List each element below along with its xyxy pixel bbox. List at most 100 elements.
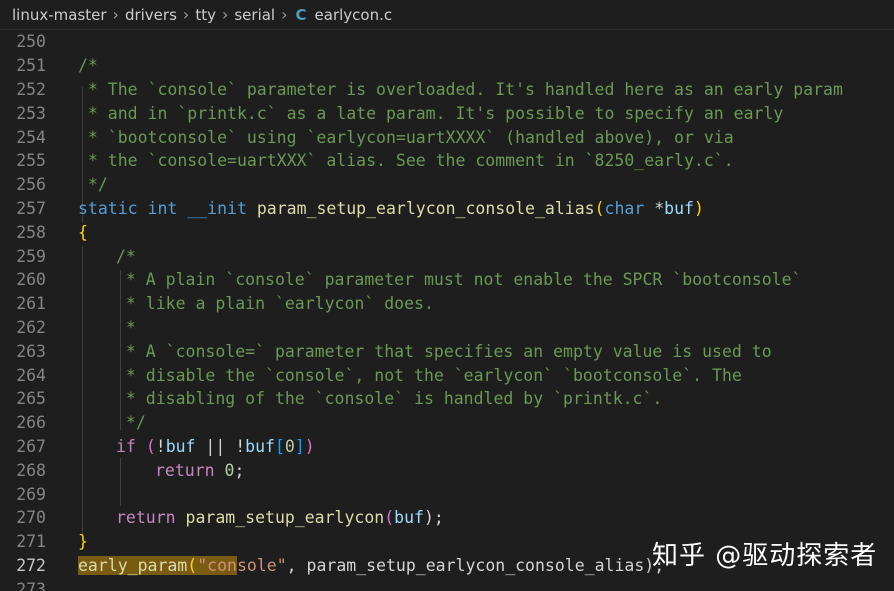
code-text: return param_setup_earlycon(buf); (116, 508, 444, 527)
code-text: static int __init param_setup_earlycon_c… (78, 199, 704, 218)
breadcrumb-item-linux-master[interactable]: linux-master (12, 6, 107, 24)
bracket-token: { (78, 222, 88, 242)
code-line[interactable]: 264 * disable the `console`, not the `ea… (0, 363, 894, 387)
comment-text: * `bootconsole` using `earlycon=uartXXXX… (78, 127, 734, 147)
line-number: 251 (16, 56, 46, 76)
line-number: 266 (16, 413, 46, 433)
keyword-token: return (155, 460, 215, 480)
comment-text: /* (116, 246, 136, 266)
code-line[interactable]: 250 (0, 30, 894, 54)
line-number: 265 (16, 389, 46, 409)
variable-token: buf (245, 436, 275, 456)
code-line[interactable]: 267 if (!buf || !buf[0]) (0, 435, 894, 459)
code-text: return 0; (155, 461, 244, 480)
code-line[interactable]: 251 /* (0, 54, 894, 78)
breadcrumb-item-drivers[interactable]: drivers (125, 6, 177, 24)
code-line[interactable]: 266 */ (0, 411, 894, 435)
breadcrumb: linux-master › drivers › tty › serial › … (0, 0, 894, 30)
identifier-token: param_setup_earlycon_console_alias (306, 555, 645, 575)
code-line[interactable]: 255 * the `console=uartXXX` alias. See t… (0, 149, 894, 173)
line-number: 254 (16, 127, 46, 147)
breadcrumb-item-file[interactable]: earlycon.c (315, 6, 393, 24)
bracket-token: ( (594, 198, 605, 218)
keyword-token: return (116, 508, 176, 528)
chevron-right-icon: › (112, 5, 119, 24)
line-number: 252 (16, 79, 46, 99)
code-line[interactable]: 265 * disabling of the `console` is hand… (0, 387, 894, 411)
keyword-token: char (604, 198, 645, 218)
bracket-token: ] (294, 436, 305, 456)
line-number: 255 (16, 151, 46, 171)
chevron-right-icon: › (182, 5, 190, 24)
code-token: , (286, 555, 307, 575)
line-number: 269 (16, 484, 46, 504)
function-token: param_setup_earlycon (185, 508, 385, 528)
code-token: ! (155, 436, 166, 456)
line-number: 271 (16, 532, 46, 552)
comment-text: */ (78, 175, 108, 195)
comment-text: * disabling of the `console` is handled … (116, 389, 663, 409)
bracket-token: [ (274, 436, 285, 456)
code-line[interactable]: 257 static int __init param_setup_earlyc… (0, 197, 894, 221)
variable-token: buf (664, 198, 694, 218)
line-number: 273 (16, 579, 46, 591)
line-number: 250 (16, 32, 46, 52)
code-token: ; (234, 460, 245, 480)
code-line[interactable]: 270 return param_setup_earlycon(buf); (0, 506, 894, 530)
bracket-token: ) (693, 198, 704, 218)
code-editor[interactable]: 250 251 /* 252 * The `console` parameter… (0, 30, 894, 591)
code-token: * (644, 198, 665, 218)
code-line[interactable]: 253 * and in `printk.c` as a late param.… (0, 101, 894, 125)
comment-text: /* (78, 56, 98, 76)
code-line[interactable]: 273 (0, 577, 894, 591)
code-token: || ! (195, 436, 246, 456)
line-number: 253 (16, 103, 46, 123)
comment-text: * A plain `console` parameter must not e… (116, 270, 802, 290)
bracket-token-highlighted: ( (187, 555, 198, 575)
number-token: 0 (284, 436, 295, 456)
code-text: if (!buf || !buf[0]) (116, 437, 315, 456)
line-number: 267 (16, 436, 46, 456)
line-number: 262 (16, 317, 46, 337)
comment-text: * The `console` parameter is overloaded.… (78, 79, 843, 99)
comment-text: * and in `printk.c` as a late param. It'… (78, 103, 784, 123)
keyword-token: static (78, 198, 138, 218)
number-token: 0 (224, 460, 235, 480)
watermark: 知乎 @驱动探索者 (652, 541, 878, 571)
string-token: sole" (236, 555, 287, 575)
breadcrumb-item-serial[interactable]: serial (234, 6, 275, 24)
code-line[interactable]: 268 return 0; (0, 458, 894, 482)
breadcrumb-item-tty[interactable]: tty (195, 6, 216, 24)
code-text: early_param("console", param_setup_early… (78, 555, 664, 575)
code-line[interactable]: 261 * like a plain `earlycon` does. (0, 292, 894, 316)
line-number: 270 (16, 508, 46, 528)
code-line[interactable]: 252 * The `console` parameter is overloa… (0, 78, 894, 102)
line-number: 259 (16, 246, 46, 266)
code-line[interactable]: 269 (0, 482, 894, 506)
code-line[interactable]: 259 /* (0, 244, 894, 268)
line-number: 256 (16, 175, 46, 195)
code-line[interactable]: 256 */ (0, 173, 894, 197)
comment-text: * the `console=uartXXX` alias. See the c… (78, 151, 734, 171)
comment-text: * like a plain `earlycon` does. (116, 294, 434, 314)
bracket-token: ) (304, 436, 315, 456)
chevron-right-icon: › (281, 5, 288, 24)
code-line[interactable]: 263 * A `console=` parameter that specif… (0, 339, 894, 363)
comment-text: * disable the `console`, not the `earlyc… (116, 365, 742, 385)
code-line[interactable]: 260 * A plain `console` parameter must n… (0, 268, 894, 292)
code-line[interactable]: 254 * `bootconsole` using `earlycon=uart… (0, 125, 894, 149)
line-number: 261 (16, 294, 46, 314)
c-language-icon: C (295, 5, 307, 24)
line-number-active: 272 (16, 555, 46, 575)
code-line[interactable]: 258 { (0, 220, 894, 244)
function-token: param_setup_earlycon_console_alias (256, 198, 595, 218)
variable-token: buf (394, 508, 424, 528)
line-number: 264 (16, 365, 46, 385)
code-line[interactable]: 262 * (0, 316, 894, 340)
comment-text: * A `console=` parameter that specifies … (116, 341, 772, 361)
